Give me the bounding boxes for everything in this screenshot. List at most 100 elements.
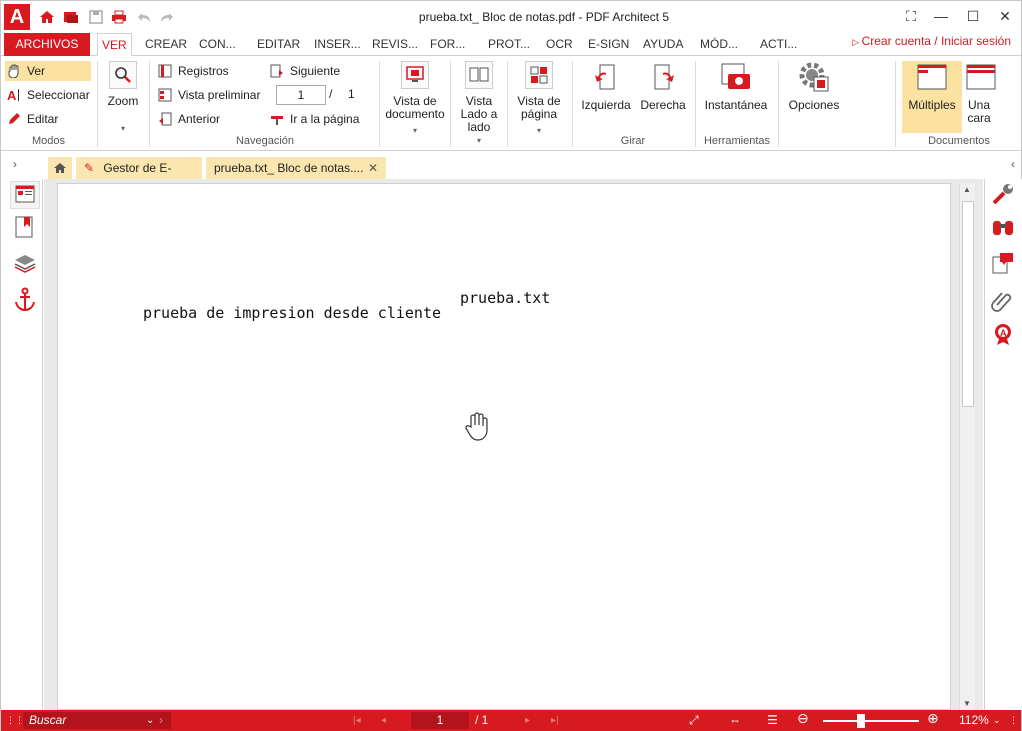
mode-seleccionar-button[interactable]: A Seleccionar [5, 85, 90, 105]
last-page-icon[interactable]: ▸| [551, 713, 559, 728]
status-bar: ⋮⋮ Buscar ⌄ › |◂ ◂ 1 / 1 ▸ ▸| ⤢ ⇔ ☰ ⊖ ⊕ … [1, 710, 1021, 731]
zoom-slider[interactable] [823, 720, 919, 722]
vista-lado-label: Vista Lado a lado [460, 94, 498, 134]
tab-editar[interactable]: EDITAR [253, 33, 304, 56]
chevron-down-icon[interactable]: ⌄ [993, 713, 1001, 728]
tab-ocr[interactable]: OCR [542, 33, 577, 56]
close-button[interactable]: ✕ [991, 6, 1019, 26]
vista-documento-button[interactable]: Vista de documento ▾ [384, 61, 446, 137]
options-button[interactable]: Opciones [785, 61, 843, 112]
snapshot-button[interactable]: Instantánea [701, 61, 771, 112]
first-page-icon[interactable]: |◂ [353, 713, 361, 728]
ir-a-pagina-button[interactable]: Ir a la página [268, 109, 359, 129]
siguiente-button[interactable]: Siguiente [268, 61, 340, 81]
maximize-button[interactable]: ☐ [959, 6, 987, 26]
binoculars-icon[interactable] [990, 215, 1016, 241]
group-navegacion-label: Navegación [235, 135, 295, 147]
group-girar-label: Girar [620, 135, 646, 147]
tab-actividad[interactable]: ACTI... [756, 33, 801, 56]
single-page-icon[interactable]: ☰ [767, 713, 778, 728]
siguiente-label: Siguiente [290, 64, 341, 78]
tab-ayuda[interactable]: AYUDA [639, 33, 687, 56]
prev-page-icon[interactable]: ◂ [381, 713, 386, 728]
close-tab-icon[interactable]: ✕ [368, 157, 378, 179]
tab-formularios[interactable]: FOR... [426, 33, 469, 56]
vertical-scrollbar[interactable]: ▲ ▼ [959, 183, 975, 710]
ribbon-separator [97, 61, 98, 147]
tab-current-document[interactable]: prueba.txt_ Bloc de notas.... ✕ [206, 157, 386, 179]
scroll-down-icon[interactable]: ▼ [963, 699, 971, 708]
zoom-slider-knob[interactable] [857, 714, 865, 728]
certificate-icon[interactable]: A [990, 321, 1016, 347]
tab-modulos[interactable]: MÓD... [696, 33, 742, 56]
page-number-input[interactable]: 1 [276, 85, 326, 105]
gear-icon [798, 61, 830, 93]
zoom-in-icon[interactable]: ⊕ [927, 711, 939, 726]
restore-layout-icon[interactable]: ⛶ [897, 6, 925, 26]
vista-pagina-button[interactable]: Vista de página ▾ [511, 61, 567, 137]
comments-icon[interactable] [990, 251, 1016, 277]
status-page-total: / 1 [475, 713, 489, 727]
status-page-input[interactable]: 1 [411, 712, 469, 729]
zoom-level[interactable]: 112% [959, 713, 989, 728]
document-area[interactable]: prueba.txt prueba de impresion desde cli… [44, 179, 983, 710]
rotate-left-button[interactable]: Izquierda [577, 61, 635, 112]
tab-esign-manager[interactable]: ✎ Gestor de E-Sign [76, 157, 202, 197]
layers-panel-icon[interactable] [13, 251, 39, 277]
mode-ver-button[interactable]: Ver [5, 61, 91, 81]
current-tab-label: prueba.txt_ Bloc de notas.... [214, 161, 364, 175]
ribbon: Ver A Seleccionar Editar Modos Zoom ▾ Re… [1, 57, 1021, 151]
ribbon-separator [895, 61, 896, 147]
tab-crear[interactable]: CREAR [141, 33, 191, 56]
search-next-icon[interactable]: › [159, 713, 163, 728]
account-link[interactable]: ▷ Crear cuenta / Iniciar sesión [852, 33, 1011, 50]
zoom-button[interactable]: Zoom ▾ [102, 61, 144, 135]
multiple-documents-icon [916, 61, 948, 93]
minimize-button[interactable]: — [927, 6, 955, 26]
anterior-button[interactable]: Anterior [156, 109, 220, 129]
chevron-down-icon[interactable]: ⌄ [146, 713, 154, 728]
document-view-icon [401, 61, 429, 89]
zoom-out-icon[interactable]: ⊖ [797, 711, 809, 726]
scroll-up-icon[interactable]: ▲ [963, 185, 971, 194]
vista-lado-button[interactable]: Vista Lado a lado ▾ [456, 61, 502, 147]
una-cara-label: Una cara [967, 98, 991, 125]
attachment-icon[interactable] [990, 287, 1016, 313]
anchor-panel-icon[interactable] [13, 287, 39, 313]
chevron-down-icon: ▾ [120, 124, 125, 133]
bookmark-panel-icon[interactable] [13, 215, 39, 241]
tab-archivos[interactable]: ARCHIVOS [4, 33, 90, 56]
tab-insertar[interactable]: INSER... [310, 33, 365, 56]
multiples-button[interactable]: Múltiples [902, 61, 962, 133]
home-icon [54, 163, 66, 173]
tab-revisar[interactable]: REVIS... [368, 33, 422, 56]
registros-button[interactable]: Registros [156, 61, 229, 81]
thumbnails-icon [158, 88, 172, 102]
chevron-down-icon: ▾ [476, 136, 481, 145]
wrench-icon[interactable] [990, 181, 1016, 207]
rotate-right-button[interactable]: Derecha [637, 61, 689, 112]
tab-ver[interactable]: VER [97, 33, 132, 56]
mode-editar-button[interactable]: Editar [5, 109, 58, 129]
vista-preliminar-button[interactable]: Vista preliminar [156, 85, 260, 105]
tab-proteger[interactable]: PROT... [484, 33, 534, 56]
scrollbar-thumb[interactable] [962, 201, 974, 407]
expand-left-panel-icon[interactable]: › [13, 157, 17, 171]
expand-right-panel-icon[interactable]: ‹ [1011, 157, 1015, 171]
fit-page-icon[interactable]: ⤢ [689, 713, 699, 728]
document-tabs: › ✎ Gestor de E-Sign prueba.txt_ Bloc de… [1, 153, 1021, 197]
tab-convertir[interactable]: CON... [195, 33, 240, 56]
thumbnails-panel-icon[interactable] [10, 181, 40, 209]
mode-seleccionar-label: Seleccionar [27, 88, 90, 102]
goto-page-icon [270, 112, 284, 126]
fit-width-icon[interactable]: ⇔ [729, 713, 741, 728]
snapshot-label: Instantánea [704, 98, 768, 112]
home-tab[interactable] [48, 157, 72, 179]
rotate-right-label: Derecha [640, 98, 686, 112]
mode-ver-label: Ver [27, 64, 46, 78]
next-page-icon[interactable]: ▸ [525, 713, 530, 728]
una-cara-button[interactable]: Una cara [964, 61, 998, 125]
bookmarks-icon [158, 64, 172, 78]
pdf-page[interactable]: prueba.txt prueba de impresion desde cli… [57, 183, 951, 710]
tab-esign[interactable]: E-SIGN [584, 33, 633, 56]
